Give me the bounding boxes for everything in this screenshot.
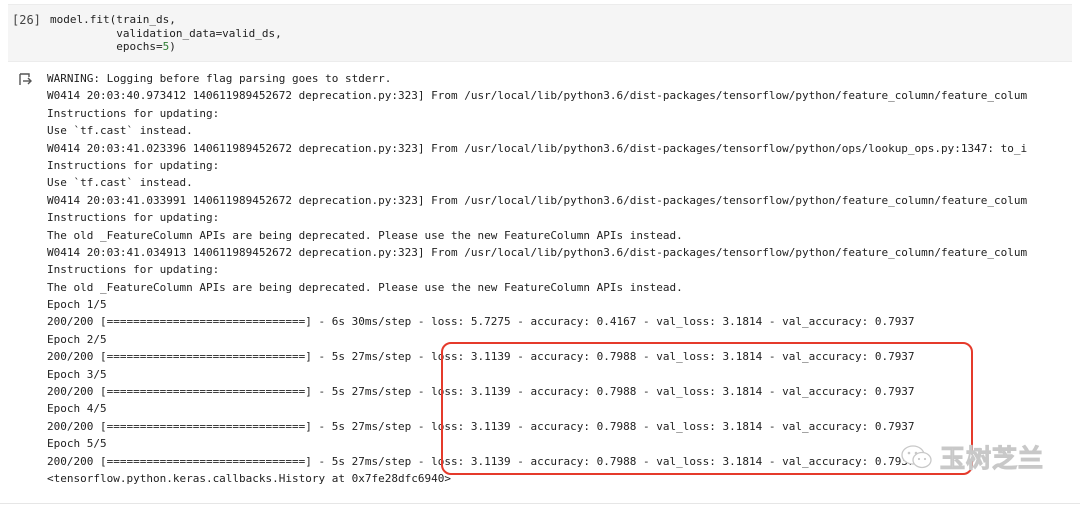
- cell-output: WARNING: Logging before flag parsing goe…: [47, 70, 1072, 487]
- divider: [0, 503, 1080, 504]
- output-line: Instructions for updating:: [47, 211, 220, 225]
- output-line: W0414 20:03:40.973412 140611989452672 de…: [47, 89, 1028, 103]
- output-line: Epoch 3/5: [47, 367, 107, 381]
- output-line: 200/200 [==============================]…: [47, 350, 915, 364]
- output-line: The old _FeatureColumn APIs are being de…: [47, 280, 683, 294]
- output-line: Epoch 2/5: [47, 332, 107, 346]
- output-line: WARNING: Logging before flag parsing goe…: [47, 72, 392, 85]
- code-line: model.fit(train_ds,: [50, 13, 176, 26]
- output-line: 200/200 [==============================]…: [47, 315, 915, 329]
- output-line: 200/200 [==============================]…: [47, 419, 915, 433]
- wechat-icon: [901, 445, 932, 469]
- code-line: validation_data=valid_ds,: [50, 26, 282, 40]
- output-line: W0414 20:03:41.034913 140611989452672 de…: [47, 245, 1028, 259]
- output-line: W0414 20:03:41.033991 140611989452672 de…: [47, 193, 1028, 207]
- output-line: W0414 20:03:41.023396 140611989452672 de…: [47, 141, 1028, 155]
- output-line: Use `tf.cast` instead.: [47, 176, 193, 190]
- output-line: Epoch 4/5: [47, 402, 107, 416]
- output-line: 200/200 [==============================]…: [47, 385, 915, 399]
- code-cell[interactable]: [26] model.fit(train_ds, validation_data…: [8, 4, 1072, 62]
- output-line: Instructions for updating:: [47, 263, 220, 277]
- cell-execution-count: [26]: [12, 13, 41, 27]
- output-line: Instructions for updating:: [47, 158, 220, 172]
- output-arrow-icon[interactable]: [17, 72, 33, 88]
- watermark: 玉树芝兰: [900, 440, 1044, 474]
- watermark-text: 玉树芝兰: [939, 444, 1045, 474]
- output-line: Epoch 1/5: [47, 298, 107, 312]
- output-line: Instructions for updating:: [47, 106, 220, 120]
- cell-code[interactable]: model.fit(train_ds, validation_data=vali…: [50, 13, 282, 54]
- output-line: Use `tf.cast` instead.: [47, 124, 193, 138]
- code-line: epochs=5): [50, 40, 176, 53]
- output-line: The old _FeatureColumn APIs are being de…: [47, 228, 683, 242]
